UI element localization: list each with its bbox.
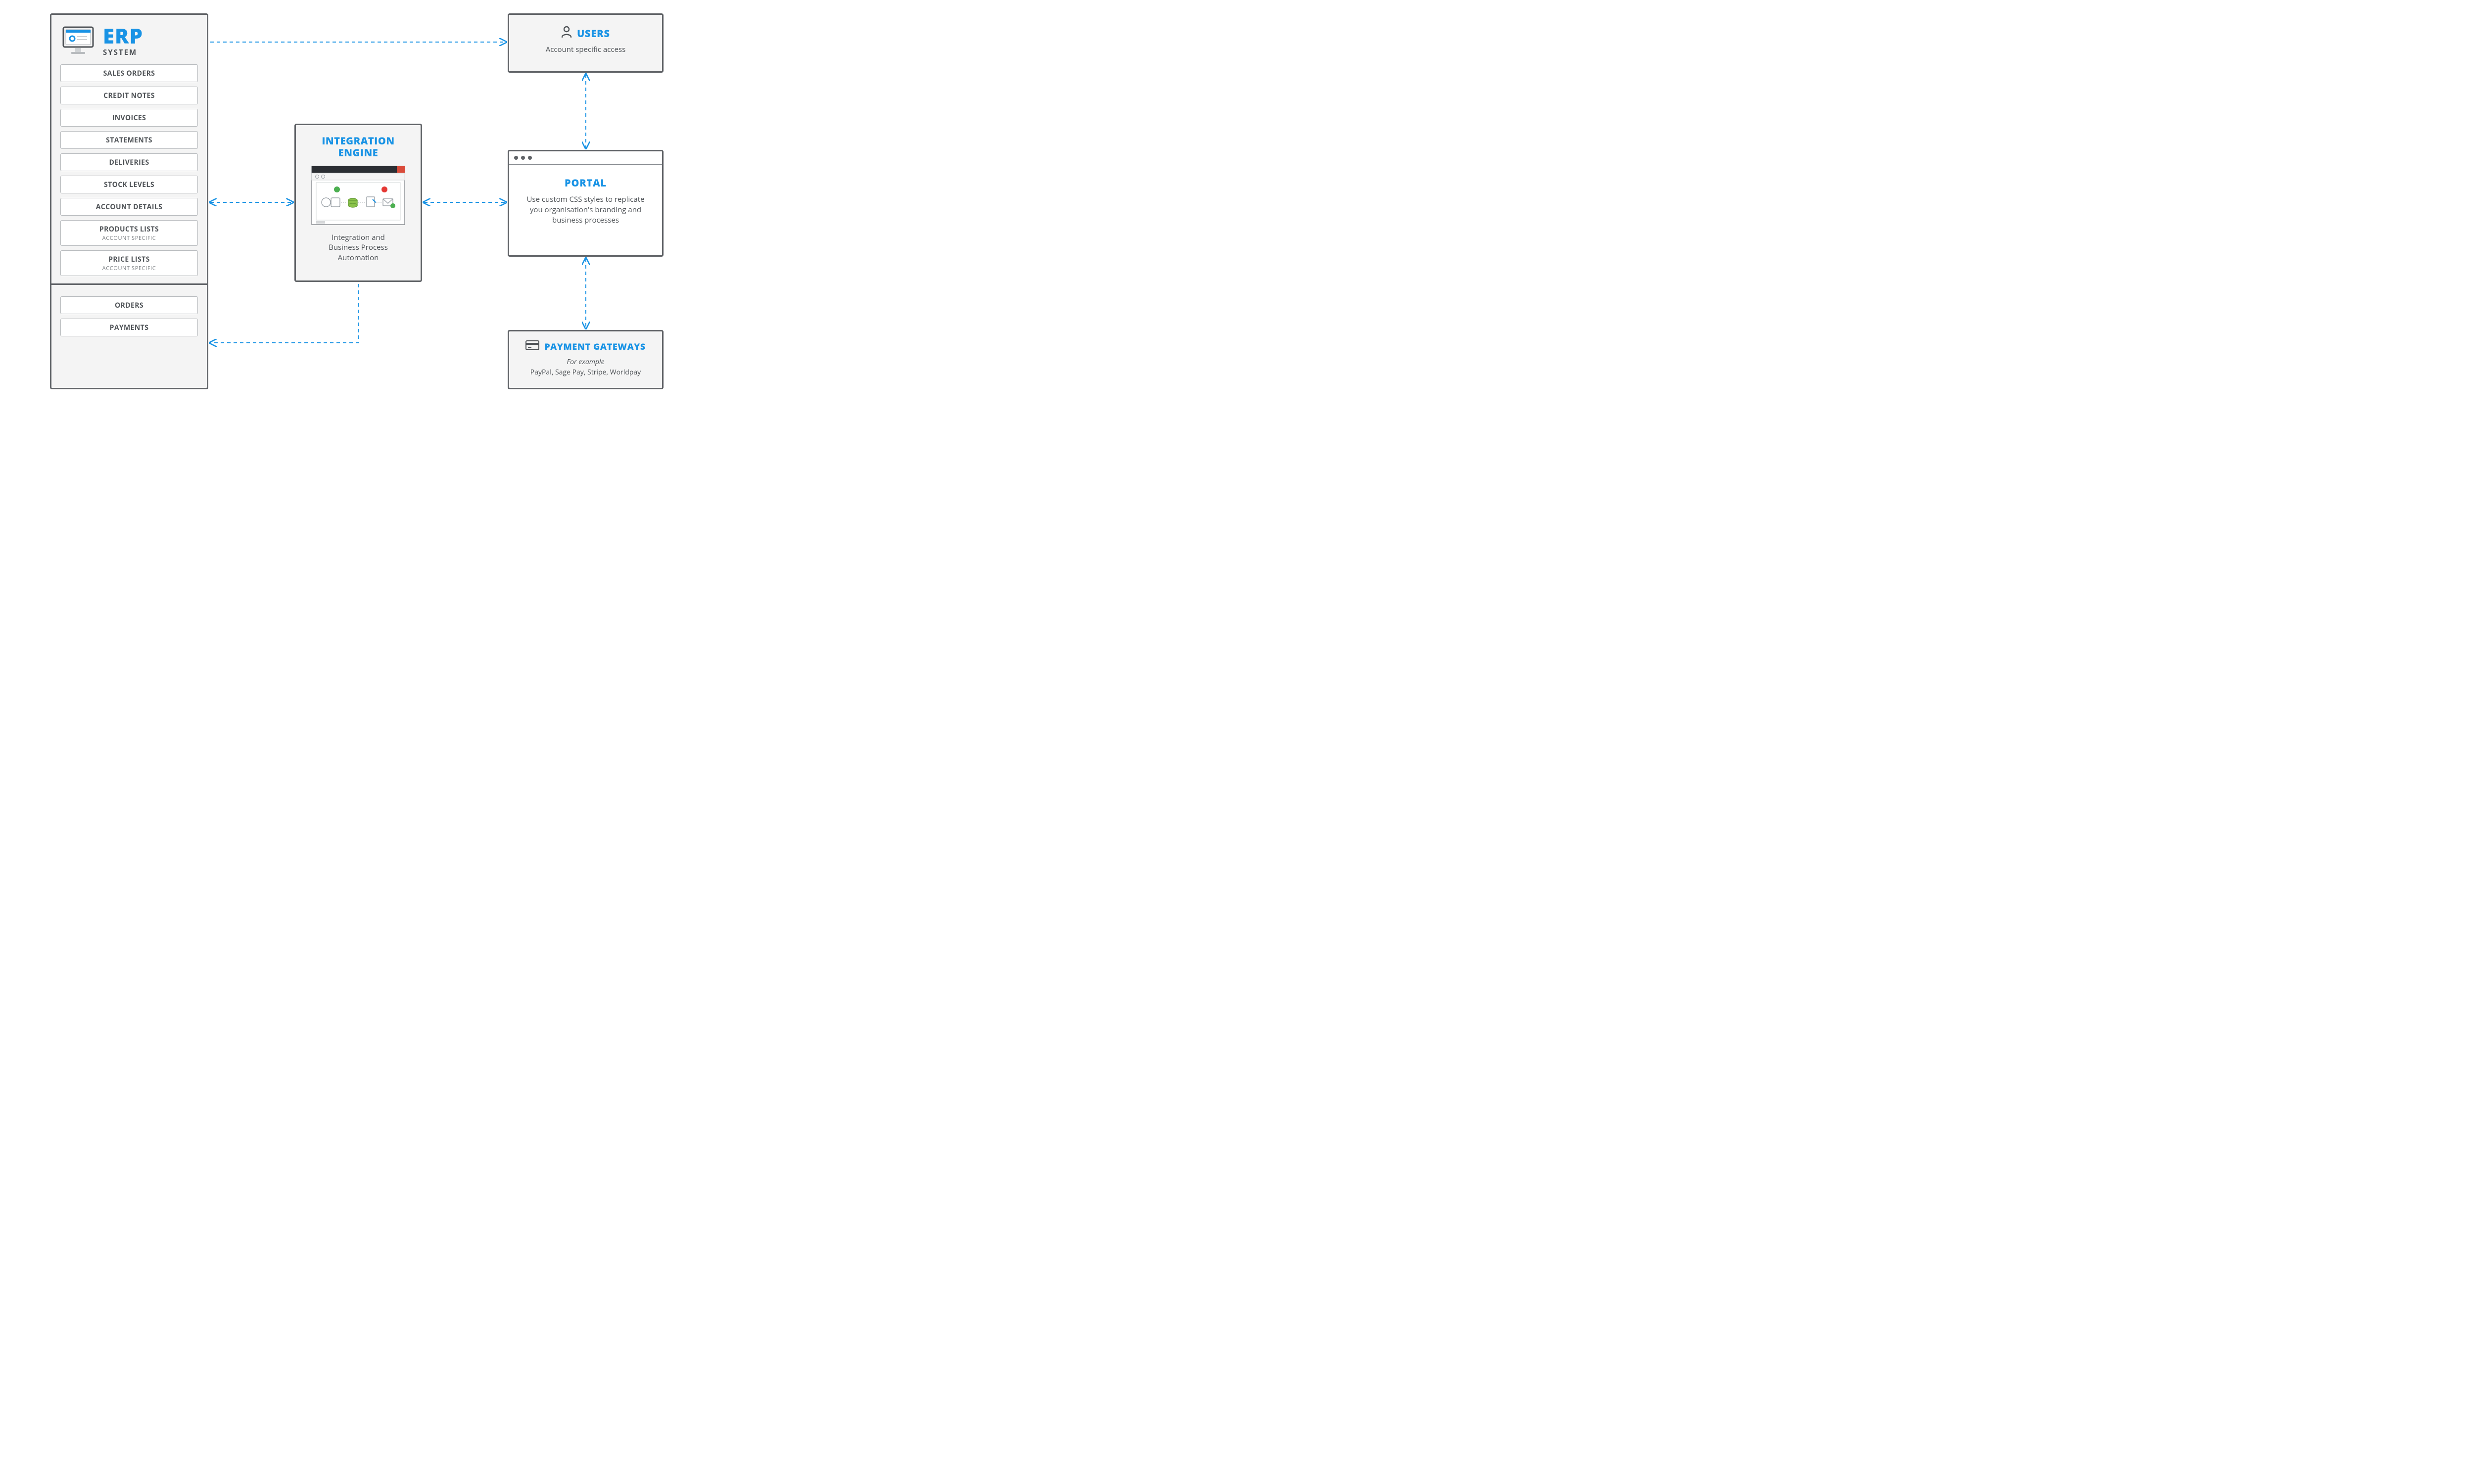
credit-card-icon <box>525 340 539 353</box>
users-box: USERS Account specific access <box>508 13 664 73</box>
erp-system-box: ERP SYSTEM SALES ORDERS CREDIT NOTES INV… <box>50 13 208 389</box>
gateways-examples: PayPal, Sage Pay, Stripe, Worldpay <box>509 368 662 377</box>
users-title: USERS <box>577 27 610 40</box>
engine-desc-2: Business Process <box>329 242 388 252</box>
erp-upper-list: SALES ORDERS CREDIT NOTES INVOICES STATE… <box>51 64 207 343</box>
engine-app-screenshot-icon <box>311 166 405 228</box>
portal-box: PORTAL Use custom CSS styles to replicat… <box>508 150 664 257</box>
erp-item-account-details: ACCOUNT DETAILS <box>60 198 198 216</box>
erp-item-orders: ORDERS <box>60 296 198 314</box>
erp-item-payments: PAYMENTS <box>60 319 198 336</box>
erp-item-deliveries: DELIVERIES <box>60 153 198 171</box>
engine-title-1: INTEGRATION <box>322 134 394 147</box>
integration-engine-box: INTEGRATION ENGINE <box>294 124 422 282</box>
erp-item-invoices: INVOICES <box>60 109 198 127</box>
erp-item-price-lists: PRICE LISTS ACCOUNT SPECIFIC <box>60 250 198 276</box>
erp-subtitle: SYSTEM <box>103 47 143 57</box>
portal-desc: Use custom CSS styles to replicate you o… <box>509 194 662 226</box>
gateways-example-label: For example <box>509 357 662 367</box>
erp-item-statements: STATEMENTS <box>60 131 198 149</box>
erp-item-stock-levels: STOCK LEVELS <box>60 176 198 193</box>
user-icon <box>561 26 572 41</box>
engine-title-2: ENGINE <box>338 146 379 159</box>
erp-section-divider <box>51 283 207 285</box>
portal-window-bar <box>509 151 662 165</box>
portal-title: PORTAL <box>509 176 662 189</box>
erp-item-credit-notes: CREDIT NOTES <box>60 87 198 104</box>
engine-desc-1: Integration and <box>332 232 385 242</box>
engine-desc-3: Automation <box>338 253 379 263</box>
payment-gateways-box: PAYMENT GATEWAYS For example PayPal, Sag… <box>508 330 664 389</box>
desktop-monitor-icon <box>62 26 94 57</box>
gateways-title: PAYMENT GATEWAYS <box>544 341 646 353</box>
erp-item-products-lists: PRODUCTS LISTS ACCOUNT SPECIFIC <box>60 220 198 246</box>
users-desc: Account specific access <box>509 45 662 54</box>
erp-title: ERP <box>103 26 143 46</box>
erp-item-sales-orders: SALES ORDERS <box>60 64 198 82</box>
